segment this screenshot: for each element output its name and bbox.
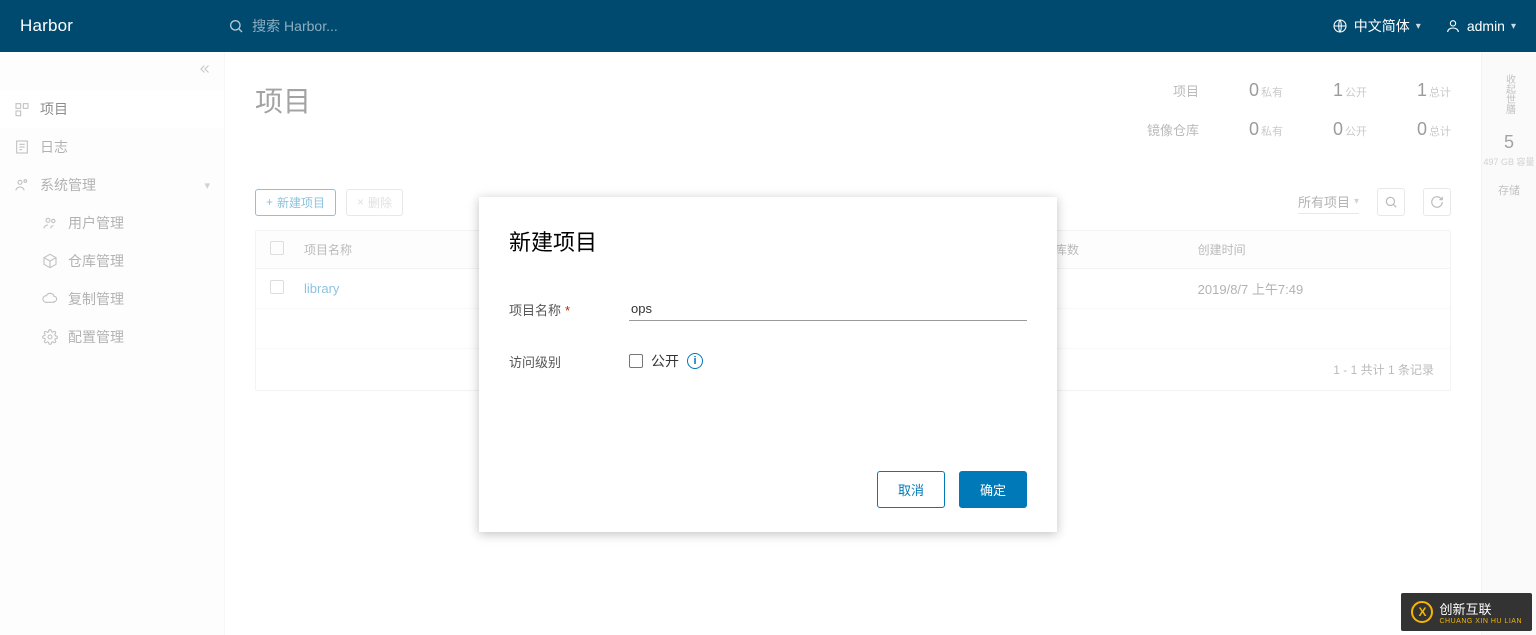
user-label: admin — [1467, 18, 1505, 34]
watermark-logo-icon: X — [1411, 601, 1433, 623]
watermark: X 创新互联 CHUANG XIN HU LIAN — [1401, 593, 1532, 631]
globe-icon — [1332, 18, 1348, 34]
watermark-subtext: CHUANG XIN HU LIAN — [1439, 618, 1522, 625]
brand: Harbor — [20, 16, 73, 36]
project-name-label: 项目名称* — [509, 300, 629, 319]
chevron-down-icon: ▾ — [1511, 21, 1516, 32]
project-name-input[interactable] — [629, 297, 1027, 321]
access-level-label: 访问级别 — [509, 352, 629, 371]
search-icon — [228, 18, 244, 34]
public-checkbox-label: 公开 — [651, 351, 679, 371]
modal-overlay[interactable]: 新建项目 项目名称* 访问级别 公开 i 取消 确定 — [0, 52, 1536, 635]
new-project-modal: 新建项目 项目名称* 访问级别 公开 i 取消 确定 — [479, 197, 1057, 532]
search-input[interactable] — [252, 18, 472, 34]
language-label: 中文简体 — [1354, 16, 1410, 36]
confirm-button[interactable]: 确定 — [959, 471, 1027, 508]
watermark-text: 创新互联 — [1439, 602, 1491, 617]
modal-title: 新建项目 — [509, 225, 1027, 257]
cancel-button[interactable]: 取消 — [877, 471, 945, 508]
user-menu[interactable]: admin ▾ — [1445, 18, 1516, 34]
public-checkbox[interactable] — [629, 354, 643, 368]
language-switcher[interactable]: 中文简体 ▾ — [1332, 16, 1421, 36]
chevron-down-icon: ▾ — [1416, 21, 1421, 32]
user-icon — [1445, 18, 1461, 34]
info-icon[interactable]: i — [687, 353, 703, 369]
app-header: Harbor 中文简体 ▾ admin ▾ — [0, 0, 1536, 52]
required-asterisk: * — [565, 303, 570, 318]
global-search[interactable] — [228, 18, 472, 34]
